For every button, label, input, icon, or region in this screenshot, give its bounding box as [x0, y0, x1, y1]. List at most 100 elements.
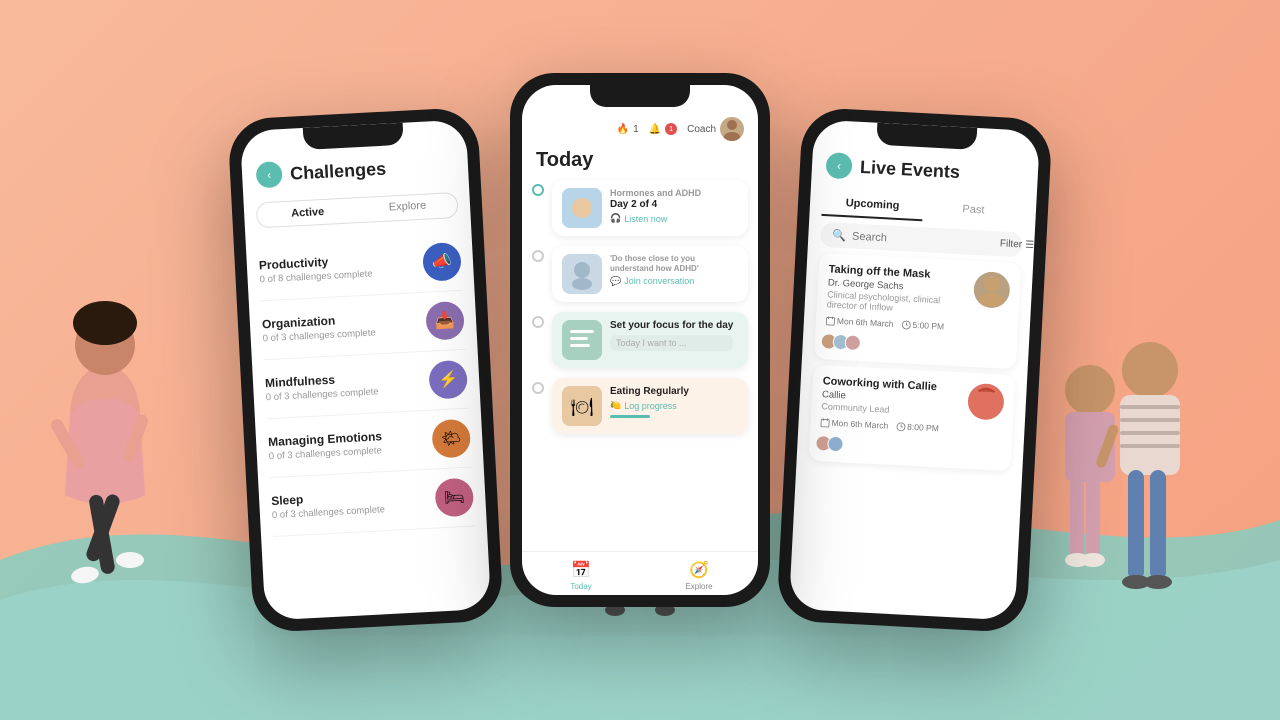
today-title: Today	[522, 145, 758, 180]
page-title: Challenges	[290, 158, 387, 184]
join-conversation-button[interactable]: 💬 Join conversation	[610, 276, 738, 287]
audio-subtitle: Hormones and ADHD	[610, 188, 701, 198]
tab-past[interactable]: Past	[922, 195, 1024, 226]
timeline-card-conversation[interactable]: 'Do those close to you understand how AD…	[552, 246, 748, 302]
liveevents-phone: ‹ Live Events Upcoming Past 🔍 Filter ☰	[776, 107, 1053, 633]
search-input[interactable]	[852, 230, 994, 249]
clock-icon-event2: 8:00 PM	[896, 421, 939, 433]
focus-content: Set your focus for the day Today I want …	[610, 320, 733, 351]
headphone-icon: 🎧	[610, 213, 621, 224]
audio-thumbnail	[562, 188, 602, 228]
challenges-phone: ‹ Challenges Active Explore Productivity…	[227, 107, 504, 633]
timeline-dot-1	[532, 184, 544, 196]
tab-explore[interactable]: Explore	[358, 193, 458, 222]
lemon-icon: 🍋	[610, 400, 621, 411]
listen-now-button[interactable]: 🎧 Listen now	[610, 213, 701, 224]
event-1-meta: Mon 6th March 5:00 PM	[824, 315, 964, 356]
food-thumbnail: 🍽	[562, 386, 602, 426]
challenges-tab-bar[interactable]: Active Explore	[256, 192, 459, 229]
filter-label: Filter	[1000, 238, 1023, 250]
cloud-sun-icon: 🌤	[441, 428, 462, 449]
compass-icon: 🧭	[689, 560, 709, 580]
challenges-header: ‹ Challenges	[241, 143, 469, 195]
streak-count: 1	[633, 124, 639, 135]
streak-indicator: 🔥 1	[617, 124, 639, 135]
conversation-thumbnail	[562, 254, 602, 294]
attendee-avatars-2	[819, 435, 844, 452]
liveevents-content: ‹ Live Events Upcoming Past 🔍 Filter ☰	[789, 119, 1040, 620]
events-page-title: Live Events	[859, 156, 960, 182]
event-1-date: Mon 6th March	[837, 316, 894, 329]
log-progress-button[interactable]: 🍋 Log progress	[610, 400, 689, 411]
challenges-content: ‹ Challenges Active Explore Productivity…	[240, 119, 491, 620]
nav-explore[interactable]: 🧭 Explore	[640, 560, 758, 591]
notification-bell[interactable]: 🔔 1	[649, 123, 677, 135]
list-item: Hormones and ADHD Day 2 of 4 🎧 Listen no…	[532, 180, 748, 236]
timeline-dot-4	[532, 382, 544, 394]
events-tab-bar[interactable]: Upcoming Past	[821, 190, 1024, 227]
chat-icon: 💬	[610, 276, 621, 287]
focus-input[interactable]: Today I want to ...	[610, 335, 733, 351]
list-item[interactable]: Mindfulness 0 of 3 challenges complete ⚡	[264, 350, 469, 419]
clock-icon-event: 5:00 PM	[901, 319, 944, 331]
today-screen: 🔥 1 🔔 1 Coach Today	[522, 85, 758, 595]
join-action-label: Join conversation	[624, 276, 694, 286]
challenge-icon-organization: 📥	[425, 301, 465, 341]
list-item[interactable]: Sleep 0 of 3 challenges complete 🛏	[270, 468, 475, 537]
focus-title: Set your focus for the day	[610, 320, 733, 331]
event-card-1[interactable]: Taking off the Mask Dr. George Sachs Cli…	[814, 253, 1021, 369]
challenge-sleep-info: Sleep 0 of 3 challenges complete	[271, 488, 385, 521]
list-item: 🍽 Eating Regularly 🍋 Log progress	[532, 378, 748, 434]
nav-explore-label: Explore	[685, 582, 712, 591]
timeline-card-focus[interactable]: Set your focus for the day Today I want …	[552, 312, 748, 368]
timeline-dot-2	[532, 250, 544, 262]
notification-badge: 1	[665, 123, 677, 135]
timeline-dot-3	[532, 316, 544, 328]
filter-icon: ☰	[1025, 240, 1035, 251]
phones-container: ‹ Challenges Active Explore Productivity…	[0, 0, 1280, 720]
bottom-nav: 📅 Today 🧭 Explore	[522, 551, 758, 595]
timeline-card-audio[interactable]: Hormones and ADHD Day 2 of 4 🎧 Listen no…	[552, 180, 748, 236]
filter-button[interactable]: Filter ☰	[1000, 238, 1035, 251]
audio-content: Hormones and ADHD Day 2 of 4 🎧 Listen no…	[610, 188, 701, 224]
today-phone: 🔥 1 🔔 1 Coach Today	[510, 73, 770, 607]
challenge-icon-mindfulness: ⚡	[428, 360, 468, 400]
events-back-button[interactable]: ‹	[825, 152, 852, 179]
list-item[interactable]: Organization 0 of 3 challenges complete …	[261, 291, 466, 360]
search-bar[interactable]: 🔍 Filter ☰	[820, 222, 1023, 258]
list-item[interactable]: Managing Emotions 0 of 3 challenges comp…	[267, 409, 472, 478]
challenge-organization-info: Organization 0 of 3 challenges complete	[262, 311, 376, 344]
coach-button[interactable]: Coach	[687, 117, 744, 141]
event-1-info: Taking off the Mask Dr. George Sachs Cli…	[824, 263, 966, 356]
event-2-meta: Mon 6th March 8:00 PM	[819, 417, 959, 458]
progress-bar	[610, 415, 650, 418]
event-card-2[interactable]: Coworking with Callie Callie Community L…	[809, 365, 1016, 471]
event-2-date: Mon 6th March	[831, 418, 888, 431]
speaker-2-avatar	[967, 383, 1005, 421]
inbox-icon: 📥	[435, 310, 456, 331]
challenge-emotions-info: Managing Emotions 0 of 3 challenges comp…	[268, 429, 383, 462]
fire-icon: 🔥	[617, 124, 629, 135]
today-topbar: 🔥 1 🔔 1 Coach	[522, 109, 758, 145]
event-2-time: 8:00 PM	[907, 422, 939, 434]
event-1-time: 5:00 PM	[912, 320, 944, 332]
list-item[interactable]: Productivity 0 of 8 challenges complete …	[258, 232, 463, 301]
list-item: 'Do those close to you understand how AD…	[532, 246, 748, 302]
calendar-icon-event2: Mon 6th March	[820, 417, 888, 431]
nav-today[interactable]: 📅 Today	[522, 560, 640, 591]
audio-title: Day 2 of 4	[610, 199, 701, 210]
megaphone-icon: 📣	[431, 251, 452, 272]
tab-upcoming[interactable]: Upcoming	[821, 190, 923, 221]
nav-today-label: Today	[570, 582, 591, 591]
challenge-icon-sleep: 🛏	[434, 478, 474, 518]
svg-text:🍽: 🍽	[571, 397, 594, 417]
challenge-mindfulness-info: Mindfulness 0 of 3 challenges complete	[265, 370, 379, 403]
challenge-icon-emotions: 🌤	[431, 419, 471, 459]
tab-active[interactable]: Active	[258, 199, 358, 226]
timeline-card-food[interactable]: 🍽 Eating Regularly 🍋 Log progress	[552, 378, 748, 434]
back-button[interactable]: ‹	[256, 161, 283, 188]
challenge-productivity-info: Productivity 0 of 8 challenges complete	[259, 252, 373, 285]
lightning-icon: ⚡	[438, 369, 459, 390]
events-header: ‹ Live Events	[811, 143, 1039, 195]
calendar-icon-event: Mon 6th March	[826, 315, 894, 329]
